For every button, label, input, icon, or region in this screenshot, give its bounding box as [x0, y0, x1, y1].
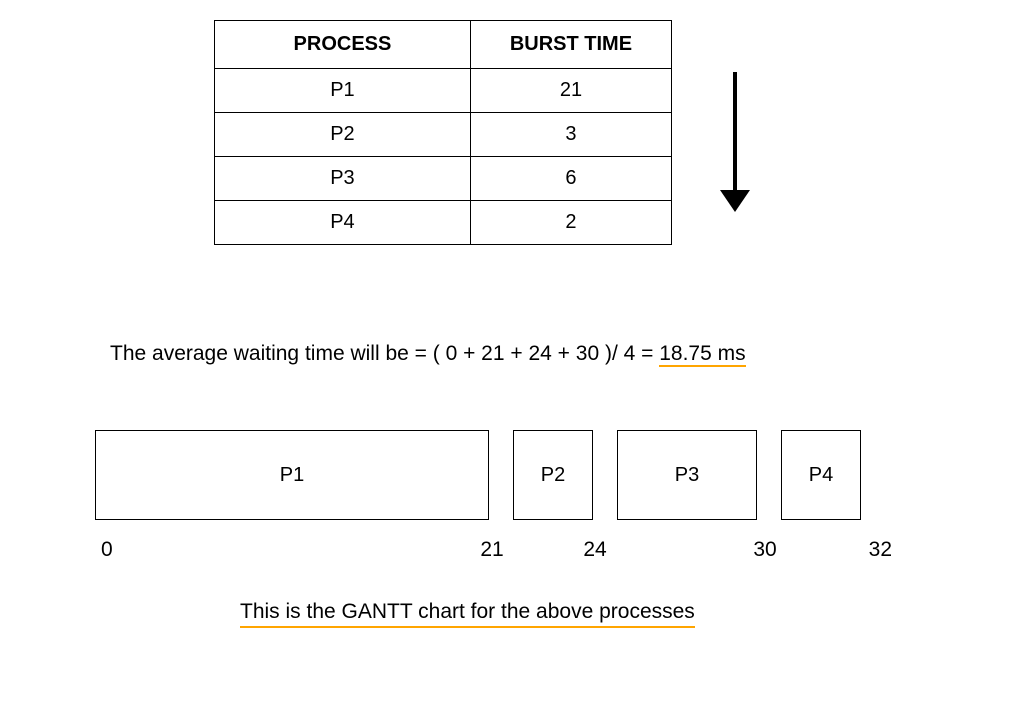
- table-row: P4 2: [215, 201, 672, 245]
- cell-burst: 6: [470, 157, 671, 201]
- gantt-segment-p4: P4: [781, 430, 861, 520]
- tick-21: 21: [480, 538, 503, 562]
- process-burst-table: PROCESS BURST TIME P1 21 P2 3 P3 6 P4 2: [214, 20, 672, 245]
- avg-result: 18.75 ms: [659, 342, 745, 367]
- col-header-burst: BURST TIME: [470, 21, 671, 69]
- table-row: P3 6: [215, 157, 672, 201]
- avg-prefix: The average waiting time will be = ( 0 +…: [110, 342, 659, 365]
- tick-0: 0: [101, 538, 113, 562]
- cell-process: P1: [215, 69, 471, 113]
- table-row: P1 21: [215, 69, 672, 113]
- gantt-segment-p2: P2: [513, 430, 593, 520]
- cell-process: P4: [215, 201, 471, 245]
- page: PROCESS BURST TIME P1 21 P2 3 P3 6 P4 2: [0, 0, 1014, 712]
- table-row: P2 3: [215, 113, 672, 157]
- cell-burst: 21: [470, 69, 671, 113]
- tick-30: 30: [753, 538, 776, 562]
- gantt-chart: P1 P2 P3 P4 0 21 24 30 32: [95, 430, 905, 562]
- cell-process: P3: [215, 157, 471, 201]
- tick-32: 32: [869, 538, 892, 562]
- tick-24: 24: [583, 538, 606, 562]
- down-arrow-icon: [720, 72, 750, 212]
- cell-process: P2: [215, 113, 471, 157]
- avg-waiting-time-text: The average waiting time will be = ( 0 +…: [110, 342, 746, 366]
- cell-burst: 2: [470, 201, 671, 245]
- table-header-row: PROCESS BURST TIME: [215, 21, 672, 69]
- gantt-timeline: 0 21 24 30 32: [95, 538, 905, 562]
- gantt-bar: P1 P2 P3 P4: [95, 430, 905, 520]
- gantt-caption: This is the GANTT chart for the above pr…: [240, 600, 695, 628]
- gantt-segment-p3: P3: [617, 430, 757, 520]
- gantt-segment-p1: P1: [95, 430, 489, 520]
- col-header-process: PROCESS: [215, 21, 471, 69]
- cell-burst: 3: [470, 113, 671, 157]
